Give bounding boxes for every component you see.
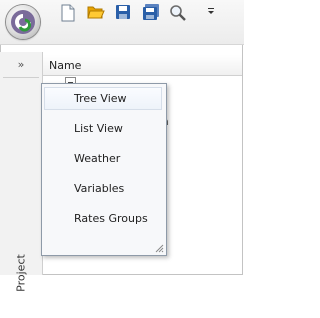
menu-item-label: List View <box>74 122 123 135</box>
column-header-label: Name <box>49 59 82 72</box>
expand-panel-button[interactable]: » <box>13 58 29 72</box>
app-logo-icon[interactable] <box>6 5 40 39</box>
save-icon[interactable] <box>115 4 135 24</box>
menu-item-variables[interactable]: Variables <box>44 177 162 200</box>
popup-menu: Tree View List View Weather Variables Ra… <box>41 83 167 256</box>
save-all-icon[interactable] <box>142 4 162 24</box>
open-folder-icon[interactable] <box>87 4 107 24</box>
new-file-icon[interactable] <box>60 4 80 24</box>
menu-item-weather[interactable]: Weather <box>44 147 162 170</box>
resize-grip-icon[interactable] <box>154 243 164 253</box>
dropdown-arrow-icon[interactable] <box>206 7 226 27</box>
menu-item-rates-groups[interactable]: Rates Groups <box>44 207 162 230</box>
menu-item-tree-view[interactable]: Tree View <box>44 87 162 110</box>
name-column-header[interactable]: Name <box>43 55 242 76</box>
menu-item-label: Variables <box>74 182 125 195</box>
menu-item-list-view[interactable]: List View <box>44 117 162 140</box>
side-panel-strip: » Project <box>0 52 43 292</box>
search-icon[interactable] <box>169 4 189 24</box>
menu-item-label: Tree View <box>74 92 127 105</box>
menu-item-label: Rates Groups <box>74 212 148 225</box>
toolbar <box>0 0 244 45</box>
side-divider <box>3 77 39 78</box>
project-tab-label: Project <box>14 254 28 292</box>
menu-item-label: Weather <box>74 152 121 165</box>
project-tab[interactable]: Project <box>6 228 36 318</box>
